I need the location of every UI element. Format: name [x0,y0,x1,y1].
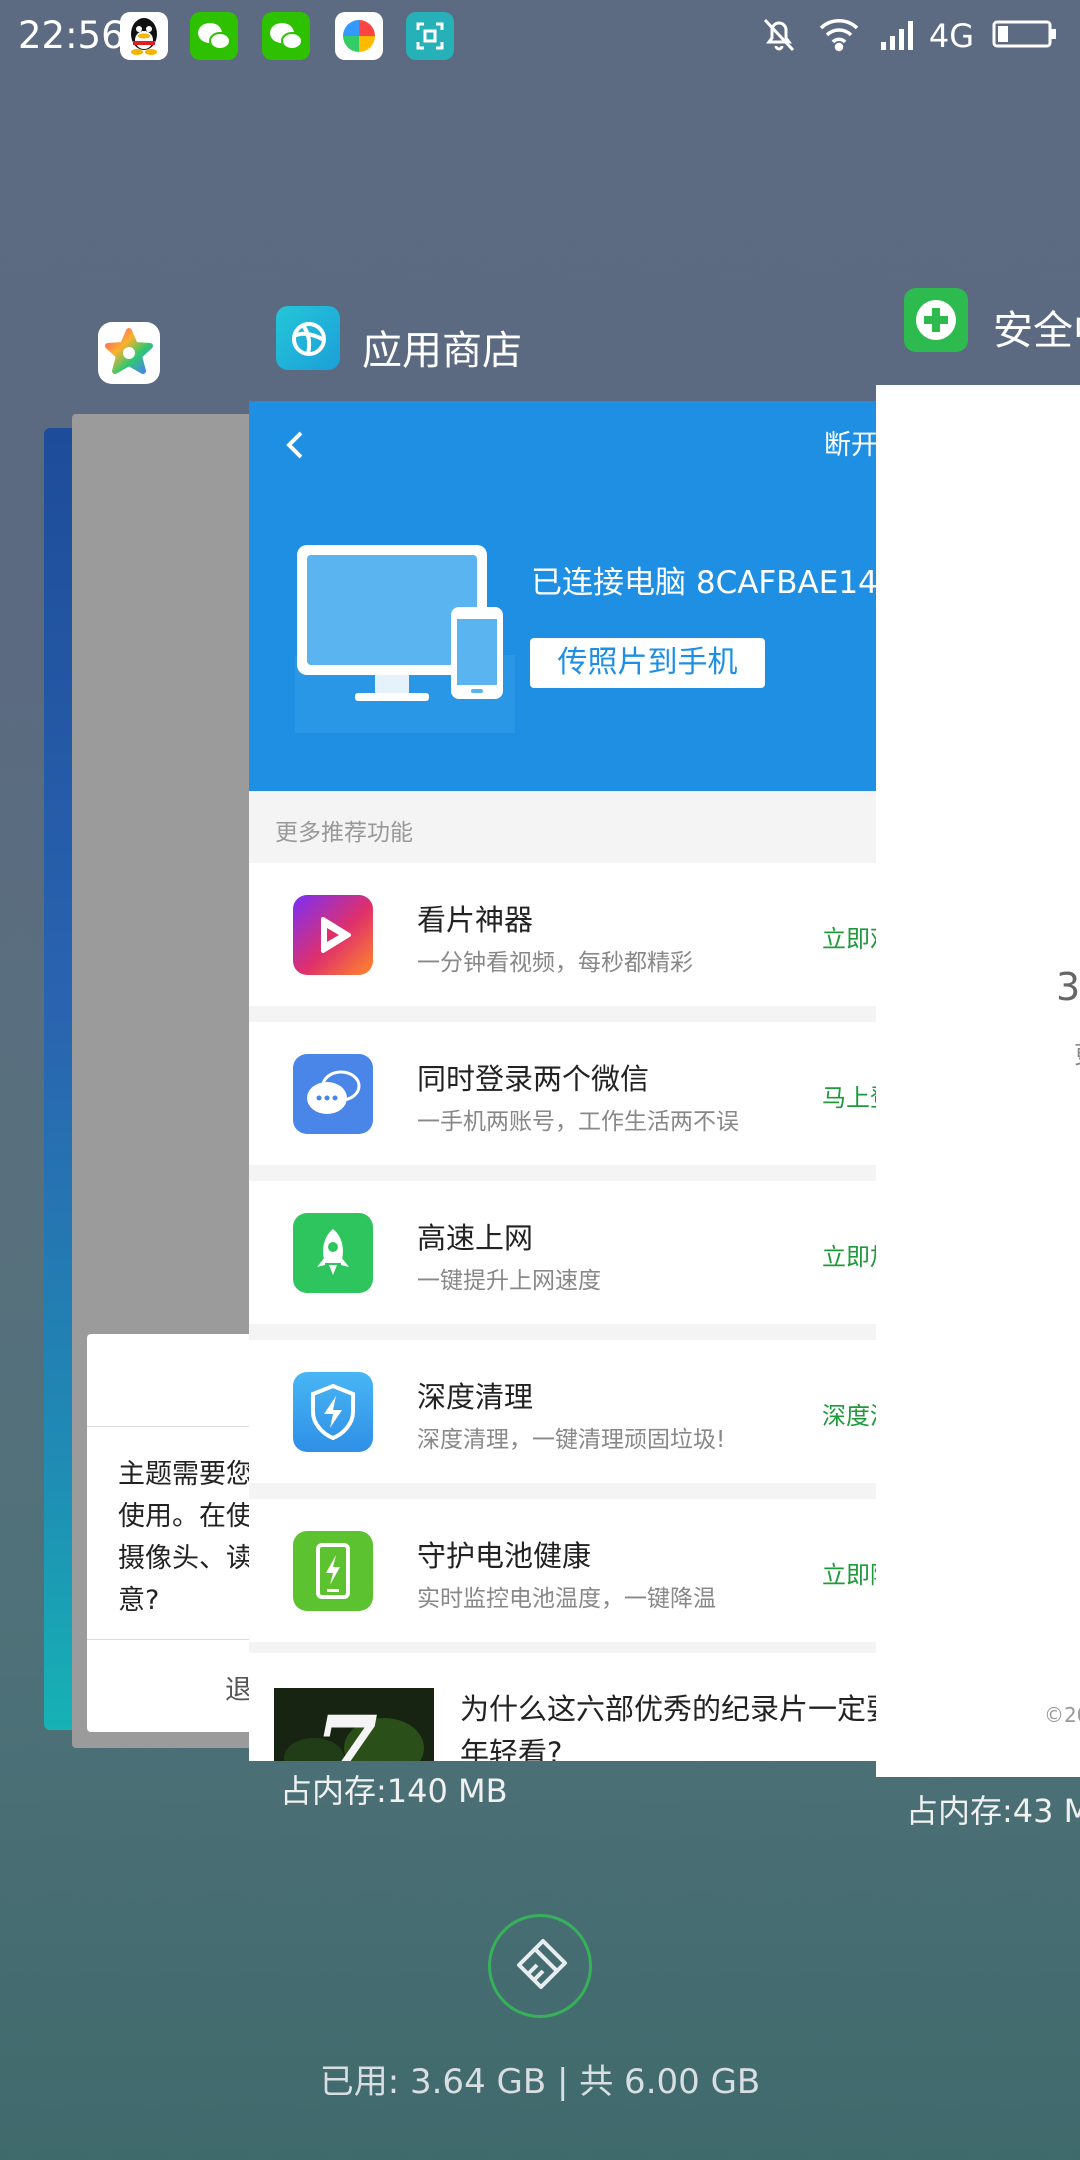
app-store-memory: 占内存:140 MB [280,1772,508,1810]
clock: 22:56 [18,14,125,57]
battery-bolt-icon [293,1531,373,1611]
rec-subtitle: 实时监控电池温度，一键降温 [417,1586,716,1612]
article-item[interactable]: 7 为什么这六部优秀的纪录片一定要 年轻看? [249,1653,889,1761]
computer-phone-icon [295,543,515,737]
recent-app-card-app-store[interactable]: 断开 已连接电脑 8CAFBAE143 传照片到手机 更多推荐功能 看片神器 一… [249,401,889,1761]
memory-summary: 已用: 3.64 GB | 共 6.00 GB [319,2062,761,2102]
list-item[interactable]: 守护电池健康 实时监控电池温度，一键降温 立即降 [249,1499,889,1642]
status-indicators: 4G [759,14,1058,58]
screenshot-icon [406,12,454,60]
signal-icon [879,16,919,56]
rec-subtitle: 一分钟看视频，每秒都精彩 [417,950,693,976]
connection-header: 断开 已连接电脑 8CAFBAE143 传照片到手机 [249,401,889,791]
back-arrow-icon[interactable] [275,419,315,471]
clear-all-button[interactable] [488,1914,592,2018]
security-center-icon[interactable] [904,288,968,352]
copyright-text: ©20 [1044,1703,1080,1727]
qq-icon [120,12,168,60]
thumbnail-number: 7 [314,1696,379,1761]
security-label: 更 [1074,1035,1080,1070]
theme-app-icon[interactable] [98,322,160,384]
battery-icon [992,18,1058,54]
security-center-title: 安全中 [993,308,1080,354]
wechat-icon [262,12,310,60]
wechat-icon [190,12,238,60]
recent-app-card-security[interactable]: 3 更 ©20 [876,385,1080,1777]
article-thumbnail: 7 [274,1688,434,1761]
security-memory: 占内存:43 MB [906,1792,1080,1830]
dialog-exit-button[interactable]: 退 [225,1668,252,1707]
rec-title: 深度清理 [417,1380,534,1414]
rec-subtitle: 一手机两账号，工作生活两不误 [417,1109,739,1135]
shield-bolt-icon [293,1372,373,1452]
app-store-title: 应用商店 [362,328,522,374]
connected-status-text: 已连接电脑 8CAFBAE143 [531,565,889,601]
rec-title: 看片神器 [417,903,534,937]
dual-chat-icon [293,1054,373,1134]
network-type: 4G [928,17,974,55]
rec-subtitle: 一键提升上网速度 [417,1268,601,1294]
section-label: 更多推荐功能 [275,820,413,846]
list-item[interactable]: 同时登录两个微信 一手机两账号，工作生活两不误 马上登 [249,1022,889,1165]
app-store-icon[interactable] [276,306,340,370]
status-bar: 22:56 4G [0,0,1080,72]
rec-subtitle: 深度清理，一键清理顽固垃圾! [417,1427,726,1453]
disconnect-button[interactable]: 断开 [824,423,878,462]
rec-title: 同时登录两个微信 [417,1062,650,1096]
security-score: 3 [1056,965,1080,1009]
silent-bell-icon [759,14,799,58]
list-item[interactable]: 高速上网 一键提升上网速度 立即加 [249,1181,889,1324]
rocket-icon [293,1213,373,1293]
recommendation-list: 看片神器 一分钟看视频，每秒都精彩 立即观 同时登录两个微信 一手机两账号，工作… [249,863,889,1658]
list-item[interactable]: 看片神器 一分钟看视频，每秒都精彩 立即观 [249,863,889,1006]
list-item[interactable]: 深度清理 深度清理，一键清理顽固垃圾! 深度清 [249,1340,889,1483]
rec-title: 高速上网 [417,1221,534,1255]
video-play-icon [293,895,373,975]
wifi-icon [817,14,861,58]
pinwheel-app-icon [335,12,383,60]
article-title: 为什么这六部优秀的纪录片一定要 年轻看? [460,1692,889,1761]
rec-title: 守护电池健康 [417,1539,592,1573]
transfer-photos-button[interactable]: 传照片到手机 [530,638,765,688]
